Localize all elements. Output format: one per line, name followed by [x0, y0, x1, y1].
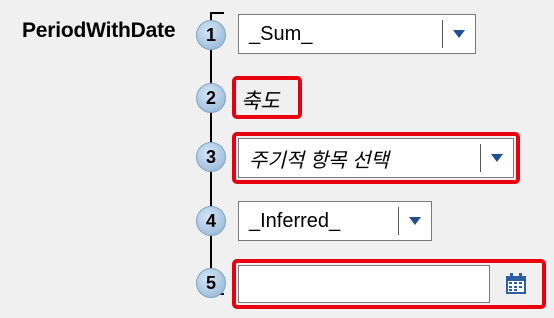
step-badge-2: 2 — [196, 83, 226, 113]
step-badge-3: 3 — [196, 142, 226, 172]
bracket-top — [210, 12, 224, 14]
axis-label[interactable]: 축도 — [241, 85, 280, 115]
aggregation-value: _Sum_ — [249, 22, 313, 45]
chevron-down-icon[interactable] — [399, 202, 431, 240]
step-badge-1: 1 — [196, 20, 226, 50]
chevron-down-icon[interactable] — [443, 15, 475, 53]
step-badge-5: 5 — [196, 268, 226, 298]
date-input[interactable] — [238, 265, 490, 303]
step-badge-4: 4 — [196, 206, 226, 236]
function-label: PeriodWithDate — [22, 19, 176, 42]
calendar-icon[interactable] — [496, 265, 536, 303]
inferred-value: _Inferred_ — [249, 209, 341, 232]
inferred-dropdown[interactable]: _Inferred_ — [238, 201, 432, 241]
chevron-down-icon[interactable] — [481, 139, 513, 177]
periodic-member-placeholder: 주기적 항목 선택 — [249, 149, 389, 172]
periodic-member-dropdown[interactable]: 주기적 항목 선택 — [238, 138, 514, 178]
aggregation-dropdown[interactable]: _Sum_ — [238, 14, 476, 54]
